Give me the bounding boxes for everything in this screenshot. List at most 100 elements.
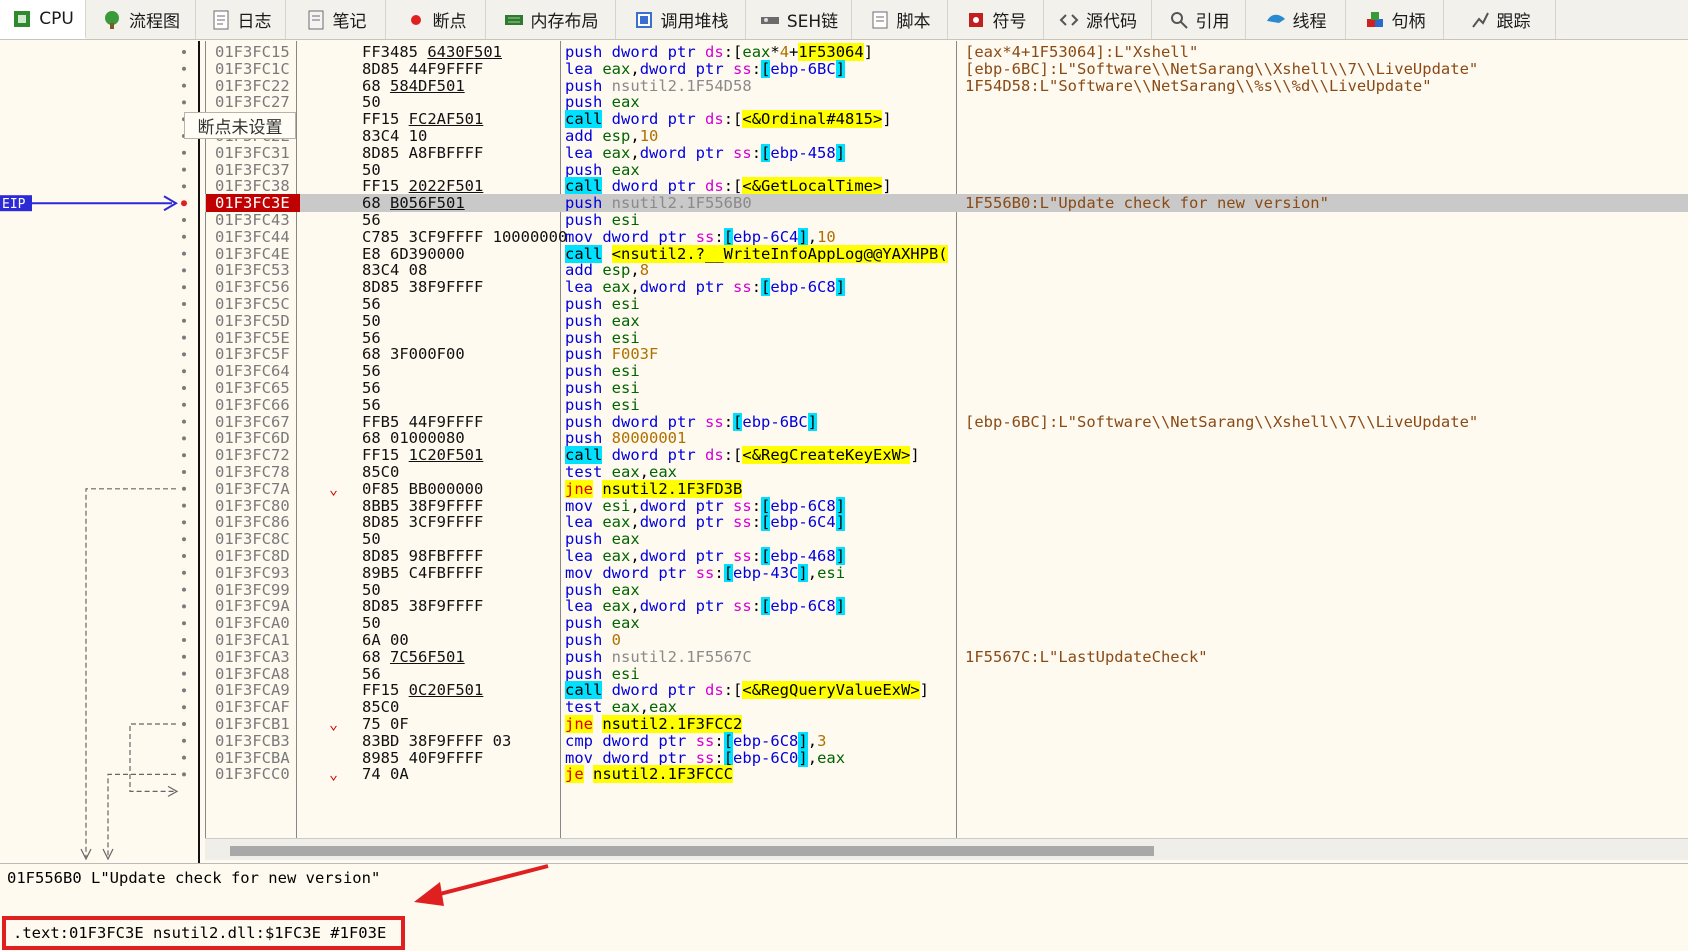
tab-7[interactable]: 调用堆栈 [616, 0, 746, 39]
disasm-row[interactable]: 01F3FCC0 ⌄ 74 0A je nsutil2.1F3FCCC [205, 765, 1688, 784]
asm-token: eax [611, 93, 640, 112]
tab-15[interactable]: 跟踪 [1444, 0, 1556, 39]
disasm-row[interactable]: 01F3FC64 56 push esi [205, 362, 1688, 380]
disasm-row[interactable]: 01F3FCB3 83BD 38F9FFFF 03 cmp dword ptr ss… [205, 731, 1688, 750]
tab-13[interactable]: 线程 [1246, 0, 1346, 39]
disasm-row[interactable]: 01F3FCA3 68 7C56F501 push nsutil2.1F5567C 1… [205, 648, 1688, 666]
disasm-row[interactable]: 01F3FC78 85C0 test eax,eax [205, 463, 1688, 481]
disasm-row[interactable]: 01F3FC15 FF3485 6430F501 push dword ptr ds… [205, 43, 1688, 61]
tab-4[interactable]: 笔记 [286, 0, 386, 39]
disasm-row[interactable]: 01F3FC38 FF15 2022F501 call dword ptr ds:[… [205, 177, 1688, 196]
log-notepad-icon [210, 9, 232, 31]
disasm-row[interactable]: 01F3FC5F 68 3F000F00 push F003F [205, 345, 1688, 363]
disasm-row[interactable]: 01F3FC4E E8 6D390000 call <nsutil2.?__Writ… [205, 244, 1688, 263]
asm-token: test [565, 698, 603, 717]
instruction-bytes: 8D85 44F9FFFF [362, 60, 483, 78]
tab-12[interactable]: 引用 [1152, 0, 1246, 39]
instruction-address: 01F3FC37 [215, 160, 290, 179]
instruction-address: 01F3FC93 [215, 563, 290, 582]
instruction-address: 01F3FC8C [215, 530, 290, 549]
instruction-bytes: 56 [362, 379, 381, 397]
asm-token: 4 [779, 43, 790, 61]
tab-6[interactable]: 内存布局 [486, 0, 616, 39]
asm-token: push [565, 345, 603, 364]
asm-token [724, 597, 733, 615]
disasm-row[interactable]: 01F3FCB1 ⌄ 75 0F jne nsutil2.1F3FCC2 [205, 715, 1688, 733]
tab-8[interactable]: SEH链 [746, 0, 852, 39]
instruction-text: test eax,eax [565, 463, 677, 481]
asm-token [593, 127, 602, 145]
asm-token: ss [733, 597, 752, 616]
asm-token [602, 614, 611, 632]
asm-token: ds [705, 43, 724, 61]
disasm-row[interactable]: 01F3FC93 89B5 C4FBFFFF mov dword ptr ss:[e… [205, 563, 1688, 582]
disasm-row[interactable]: 01F3FCA9 FF15 0C20F501 call dword ptr ds:[… [205, 681, 1688, 700]
disasm-row[interactable]: 01F3FC22 68 584DF501 push nsutil2.1F54D58 1… [205, 77, 1688, 95]
disasm-row[interactable]: 01F3FC65 56 push esi [205, 379, 1688, 397]
disasm-row[interactable]: 01F3FC3E 68 B056F501 push nsutil2.1F556B0 1… [205, 194, 1688, 213]
tab-14[interactable]: 句柄 [1346, 0, 1444, 39]
disasm-row[interactable]: 01F3FC53 83C4 08 add esp,8 [205, 261, 1688, 279]
asm-token: dword ptr [639, 513, 724, 532]
disasm-row[interactable]: 01F3FC1C 8D85 44F9FFFF lea eax,dword ptr s… [205, 59, 1688, 78]
disasm-row[interactable]: 01F3FC43 56 push esi [205, 211, 1688, 229]
instruction-bytes: 83C4 10 [362, 127, 427, 145]
instruction-text: lea eax,dword ptr ss:[ebp-458] [565, 143, 846, 162]
asm-token: push [565, 379, 603, 397]
scrollbar-thumb[interactable] [230, 846, 1154, 856]
disasm-row[interactable]: 01F3FCA1 6A 00 push 0 [205, 631, 1688, 649]
disasm-row[interactable]: 01F3FC72 FF15 1C20F501 call dword ptr ds:[… [205, 446, 1688, 465]
asm-token: ebp-468 [770, 547, 836, 565]
disasm-row[interactable]: 01F3FC31 8D85 A8FBFFFF lea eax,dword ptr s… [205, 143, 1688, 162]
tab-2[interactable]: 流程图 [86, 0, 196, 39]
disasm-row[interactable]: 01F3FC99 50 push eax [205, 581, 1688, 599]
tab-9[interactable]: 脚本 [852, 0, 948, 39]
bytes-part: 6430F501 [427, 43, 502, 61]
bytes-part: 8D85 38F9FFFF [362, 278, 484, 297]
view-tab-bar: CPU 流程图 日志 笔记 断点 内存布局 调用堆栈 SEH链 脚本 符号 源代码 引用 线程 句柄 跟踪 [0, 0, 1688, 40]
horizontal-scrollbar[interactable] [205, 838, 1688, 860]
disasm-row[interactable]: 01F3FC5E 56 push esi [205, 329, 1688, 347]
tab-11[interactable]: 源代码 [1044, 0, 1152, 39]
disasm-row[interactable]: 01F3FC86 8D85 3CF9FFFF lea eax,dword ptr s… [205, 513, 1688, 532]
asm-token [593, 497, 602, 515]
instruction-comment: 1F54D58:L"Software\\NetSarang\\%s\\%d\\L… [965, 76, 1432, 95]
disasm-row[interactable]: 01F3FC6D 68 01000080 push 80000001 [205, 429, 1688, 447]
asm-token [696, 110, 705, 128]
disasm-row[interactable]: 01F3FCA8 56 push esi [205, 665, 1688, 683]
disasm-row[interactable]: 01F3FC80 8BB5 38F9FFFF mov esi,dword ptr s… [205, 496, 1688, 515]
instruction-bytes: 74 0A [362, 765, 409, 783]
disasm-row[interactable]: 01F3FC28FF15 FC2AF501call dword ptr ds:[… [205, 110, 1688, 129]
disasm-row[interactable]: 01F3FC8D 8D85 98FBFFFF lea eax,dword ptr s… [205, 547, 1688, 565]
disasm-row[interactable]: 01F3FC5D 50 push eax [205, 312, 1688, 330]
disasm-row[interactable]: 01F3FC67 FFB5 44F9FFFF push dword ptr ss:[… [205, 412, 1688, 431]
disasm-row[interactable]: 01F3FCAF 85C0 test eax,eax [205, 698, 1688, 716]
disasm-row[interactable]: 01F3FC66 56 push esi [205, 396, 1688, 414]
instruction-address: 01F3FC22 [215, 76, 290, 95]
instruction-bytes: 50 [362, 312, 381, 330]
disasm-row[interactable]: 01F3FC8C 50 push eax [205, 530, 1688, 548]
disasm-row[interactable]: 01F3FC56 8D85 38F9FFFF lea eax,dword ptr s… [205, 278, 1688, 297]
disasm-row[interactable]: 01F3FC5C 56 push esi [205, 295, 1688, 313]
disasm-row[interactable]: 01F3FCBA 8985 40F9FFFF mov dword ptr ss:[e… [205, 748, 1688, 767]
asm-token: nsutil2.1F556B0 [611, 194, 752, 213]
disasm-row[interactable]: 01F3FC2E83C4 10add esp,10 [205, 127, 1688, 145]
tab-1[interactable]: CPU [0, 0, 86, 39]
disassembly-view[interactable]: 01F3FC15 FF3485 6430F501 push dword ptr ds… [205, 41, 1688, 838]
instruction-bytes: 50 [362, 614, 381, 632]
tab-10[interactable]: 符号 [948, 0, 1044, 39]
disasm-row[interactable]: 01F3FC44 C785 3CF9FFFF 10000000 mov dword … [205, 227, 1688, 246]
asm-token [602, 110, 611, 128]
asm-token [593, 513, 602, 531]
branch-gutter[interactable]: EIP [0, 41, 200, 863]
disasm-row[interactable]: 01F3FC9A 8D85 38F9FFFF lea eax,dword ptr s… [205, 597, 1688, 616]
tab-3[interactable]: 日志 [196, 0, 286, 39]
info-section-address: .text:01F3FC3E nsutil2.dll:$1FC3E #1F03E [13, 924, 387, 942]
disasm-row[interactable]: 01F3FC7A ⌄ 0F85 BB000000 jne nsutil2.1F3FD3… [205, 479, 1688, 498]
disasm-row[interactable]: 01F3FC27 50 push eax [205, 93, 1688, 111]
asm-token: : [751, 513, 762, 532]
disasm-row[interactable]: 01F3FCA0 50 push eax [205, 614, 1688, 632]
tab-5[interactable]: 断点 [386, 0, 486, 39]
disasm-row[interactable]: 01F3FC37 50 push eax [205, 161, 1688, 179]
asm-token: dword ptr [639, 143, 724, 162]
